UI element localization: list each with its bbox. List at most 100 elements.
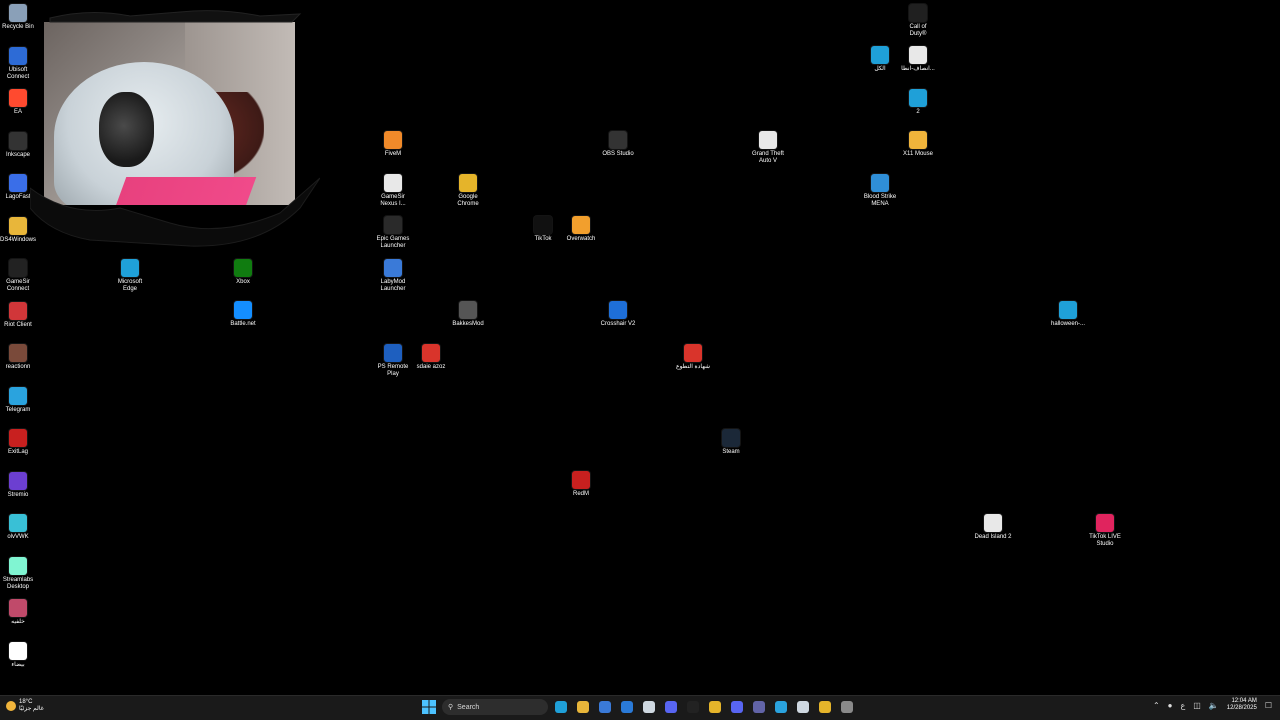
- desktop-shortcut[interactable]: Dead Island 2: [971, 514, 1015, 541]
- desktop-shortcut-label: X11 Mouse: [903, 151, 933, 157]
- desktop-shortcut[interactable]: olvVWK: [0, 514, 40, 541]
- desktop-shortcut-label: reactionn: [5, 364, 31, 370]
- desktop-shortcut[interactable]: Crosshair V2: [596, 301, 640, 328]
- desktop-shortcut[interactable]: reactionn: [0, 344, 40, 371]
- desktop-shortcut[interactable]: Blood Strike MENA: [858, 174, 902, 208]
- taskbar-center: ⚲ Search: [420, 698, 856, 716]
- steam-icon[interactable]: [794, 698, 812, 716]
- file-icon: [384, 174, 402, 192]
- desktop-shortcut[interactable]: sdaie azoz: [409, 344, 453, 371]
- desktop-shortcut-label: Telegram: [5, 406, 31, 413]
- desktop-shortcut[interactable]: Grand Theft Auto V: [746, 131, 790, 165]
- desktop-shortcut[interactable]: Microsoft Edge: [108, 259, 152, 293]
- weather-text: غالم جزئيًا: [19, 706, 44, 712]
- desktop-shortcut[interactable]: halloween-...: [1046, 301, 1090, 328]
- notification-icon[interactable]: ☐: [1265, 701, 1272, 710]
- steam-glyph: [797, 701, 809, 713]
- desktop-shortcut[interactable]: Inkscape: [0, 131, 40, 159]
- desktop-shortcut-label: Overwatch: [566, 236, 596, 242]
- file-explorer-icon[interactable]: [574, 698, 592, 716]
- desktop-shortcut[interactable]: انصاف-انطا...: [896, 46, 940, 73]
- riot-icon: [9, 301, 27, 320]
- desktop-shortcut[interactable]: TikTok LIVE Studio: [1083, 514, 1127, 548]
- desktop-shortcut[interactable]: OBS Studio: [596, 131, 640, 158]
- desktop-shortcut-label: خلفيه: [11, 619, 25, 625]
- gamesir-icon: [9, 259, 27, 277]
- weather-widget[interactable]: 18°C غالم جزئيًا: [6, 699, 44, 713]
- microphone-icon[interactable]: ●: [1168, 701, 1173, 710]
- desktop-shortcut-label: olvVWK: [7, 534, 29, 540]
- folder-icon: [9, 216, 27, 235]
- desktop-shortcut-label: Battle.net: [230, 321, 256, 327]
- taskbar-search[interactable]: ⚲ Search: [442, 699, 548, 715]
- network-icon[interactable]: ◫: [1193, 701, 1201, 710]
- desktop-shortcut[interactable]: Telegram: [0, 386, 40, 414]
- desktop-shortcut[interactable]: شهادة التطوع: [671, 344, 715, 371]
- chrome-icon[interactable]: [816, 698, 834, 716]
- desktop-shortcut[interactable]: X11 Mouse: [896, 131, 940, 158]
- settings-icon[interactable]: [838, 698, 856, 716]
- desktop-shortcut[interactable]: Riot Client: [0, 301, 40, 329]
- desktop-shortcut-label: Grand Theft Auto V: [752, 151, 784, 164]
- desktop-shortcut[interactable]: 2: [896, 89, 940, 116]
- desktop-shortcut[interactable]: Battle.net: [221, 301, 265, 328]
- clock[interactable]: 12:04 AM 12/28/2025: [1227, 698, 1257, 712]
- desktop: Recycle Bin Ubisoft Connect EA Inkscape Lago…: [0, 0, 1280, 696]
- headset-icon: [99, 92, 154, 167]
- desktop-shortcut[interactable]: Xbox: [221, 259, 265, 286]
- xbox-icon: [234, 259, 252, 277]
- desktop-shortcut-label: FiveM: [384, 151, 402, 157]
- lagofast-icon: [9, 174, 27, 192]
- ubisoft-icon: [9, 46, 27, 65]
- desktop-shortcut-label: GameSir Connect: [6, 279, 30, 292]
- desktop-shortcut-label: Recycle Bin: [2, 24, 34, 30]
- edge-icon[interactable]: [552, 698, 570, 716]
- desktop-shortcut[interactable]: Overwatch: [559, 216, 603, 243]
- keyboard-language[interactable]: ع: [1180, 701, 1185, 710]
- desktop-shortcut-label: شهادة التطوع: [675, 364, 710, 370]
- start-button[interactable]: [420, 698, 438, 716]
- chrome-icon[interactable]: [706, 698, 724, 716]
- desktop-shortcut[interactable]: Epic Games Launcher: [371, 216, 415, 250]
- desktop-shortcut[interactable]: BakkesMod: [446, 301, 490, 328]
- discord-icon[interactable]: [728, 698, 746, 716]
- desktop-shortcut[interactable]: LagoFast: [0, 174, 40, 201]
- desktop-shortcut[interactable]: Stremio: [0, 471, 40, 499]
- volume-icon[interactable]: 🔈: [1209, 701, 1219, 710]
- desktop-shortcut[interactable]: Ubisoft Connect: [0, 46, 40, 81]
- store-icon[interactable]: [596, 698, 614, 716]
- chrome-glyph: [819, 701, 831, 713]
- desktop-shortcut[interactable]: Call of Duty®: [896, 4, 940, 38]
- taskbar-apps: [552, 698, 856, 716]
- desktop-shortcut[interactable]: FiveM: [371, 131, 415, 158]
- discord-icon[interactable]: [662, 698, 680, 716]
- desktop-shortcut[interactable]: Google Chrome: [446, 174, 490, 208]
- tiktok-icon[interactable]: [684, 698, 702, 716]
- desktop-shortcut[interactable]: RedM: [559, 471, 603, 498]
- desktop-shortcut-label: Ubisoft Connect: [6, 66, 30, 80]
- photos-icon[interactable]: [772, 698, 790, 716]
- desktop-shortcut-label: Riot Client: [4, 321, 32, 328]
- desktop-shortcut[interactable]: خلفيه: [0, 599, 40, 626]
- desktop-shortcut[interactable]: Streamlabs Desktop: [0, 556, 40, 591]
- teams-glyph: [753, 701, 765, 713]
- desktop-shortcut[interactable]: Steam: [709, 429, 753, 456]
- mail-icon[interactable]: [618, 698, 636, 716]
- chevron-up-icon[interactable]: ⌃: [1153, 701, 1160, 710]
- chrome-glyph: [709, 701, 721, 713]
- teams-icon[interactable]: [750, 698, 768, 716]
- desktop-shortcut[interactable]: Recycle Bin: [0, 4, 40, 31]
- desktop-shortcut[interactable]: GameSir Nexus I...: [371, 174, 415, 208]
- steam-icon: [722, 429, 740, 447]
- desktop-shortcut-label: Crosshair V2: [600, 321, 636, 327]
- desktop-shortcut[interactable]: DS4Windows: [0, 216, 40, 244]
- desktop-shortcut[interactable]: LabyMod Launcher: [371, 259, 415, 293]
- bloodstrike-icon: [871, 174, 889, 192]
- desktop-shortcut[interactable]: ExitLag: [0, 429, 40, 456]
- desktop-shortcut[interactable]: بيضاء: [0, 641, 40, 669]
- desktop-shortcut-label: LabyMod Launcher: [380, 279, 406, 292]
- desktop-shortcut[interactable]: EA: [0, 89, 40, 116]
- steam-icon[interactable]: [640, 698, 658, 716]
- desktop-shortcut[interactable]: GameSir Connect: [0, 259, 40, 293]
- weather-temp: 18°C: [19, 699, 33, 705]
